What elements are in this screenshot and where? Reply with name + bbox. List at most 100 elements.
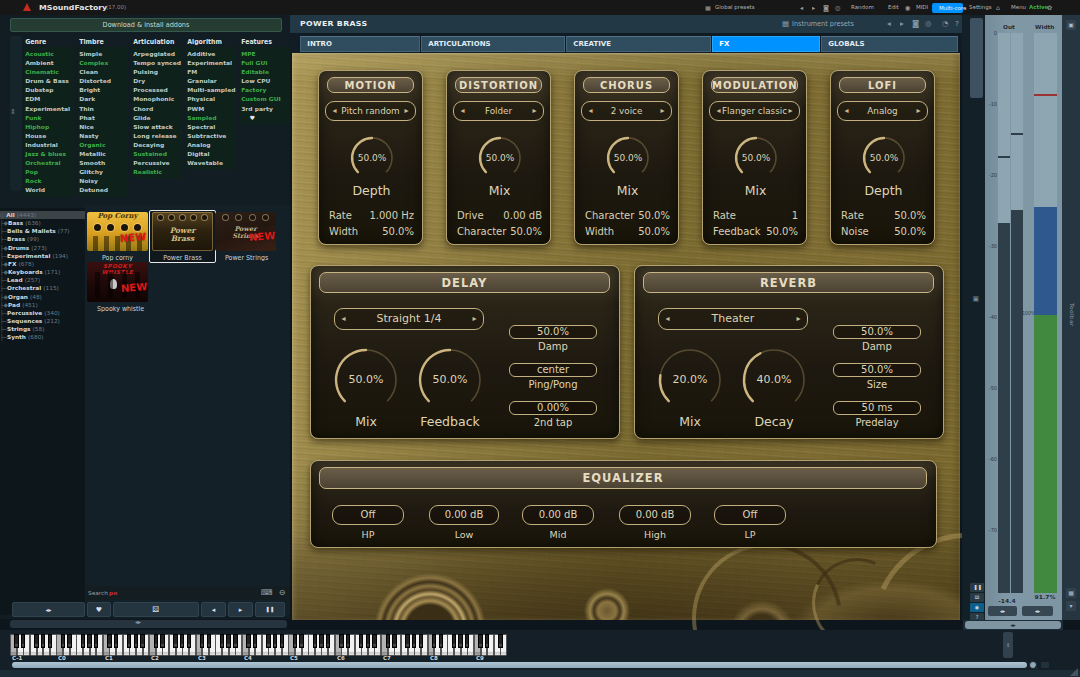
- filter-item[interactable]: Granular: [186, 78, 216, 83]
- tree-item-drums[interactable]: ├◆Drums (273): [0, 244, 85, 252]
- filter-item[interactable]: Pulsing: [132, 69, 162, 74]
- tree-item-bass[interactable]: ├◆Bass (636): [0, 219, 85, 227]
- tree-expand-icon[interactable]: ├◆: [0, 269, 8, 275]
- filter-item[interactable]: Pop: [24, 169, 54, 174]
- piano-black-key[interactable]: [154, 634, 158, 648]
- tree-pager-button[interactable]: ◂▸: [12, 602, 85, 617]
- filter-item[interactable]: Ambient: [24, 60, 54, 65]
- filter-item[interactable]: Full GUI: [240, 60, 270, 65]
- clear-search-icon[interactable]: ⊖: [278, 587, 285, 598]
- piano-black-key[interactable]: [359, 634, 363, 648]
- piano-black-key[interactable]: [498, 634, 502, 648]
- piano-black-key[interactable]: [233, 634, 237, 648]
- filter-item[interactable]: MPE: [240, 51, 270, 56]
- filter-item[interactable]: Multi-sampled: [186, 87, 216, 92]
- vscroll-thumb[interactable]: [970, 18, 983, 98]
- piano-black-key[interactable]: [419, 634, 423, 648]
- filter-item[interactable]: Glitchy: [78, 169, 108, 174]
- filter-item[interactable]: Sampled: [186, 114, 216, 119]
- random-button[interactable]: ⚄: [970, 593, 984, 602]
- piano-black-key[interactable]: [366, 634, 370, 648]
- piano-black-key[interactable]: [266, 634, 270, 648]
- filter-item[interactable]: Tempo synced: [132, 60, 162, 65]
- piano-black-key[interactable]: [21, 634, 25, 648]
- next-preset-icon[interactable]: ▸: [812, 3, 815, 12]
- filter-item[interactable]: Detuned: [78, 187, 108, 192]
- piano-black-key[interactable]: [14, 634, 18, 648]
- browser-hscrollbar[interactable]: ◂▸: [0, 619, 290, 629]
- tree-expand-icon[interactable]: ├◆: [0, 220, 8, 226]
- keyboard-range-bar[interactable]: [12, 662, 1027, 668]
- piano-black-key[interactable]: [81, 634, 85, 648]
- out-meter-options-button[interactable]: ◂▸: [988, 606, 1017, 616]
- melda-logo-icon[interactable]: [23, 3, 31, 11]
- preset-thumbnail-pop[interactable]: Pop CornyNEW: [87, 212, 148, 251]
- filter-item[interactable]: Thin: [78, 105, 108, 110]
- filter-item[interactable]: Chord: [132, 105, 162, 110]
- filter-item[interactable]: Cinematic: [24, 69, 54, 74]
- filter-item[interactable]: Acoustic: [24, 51, 54, 56]
- piano-black-key[interactable]: [173, 634, 177, 648]
- piano-black-key[interactable]: [220, 634, 224, 648]
- compare-icon[interactable]: ◎: [835, 3, 840, 12]
- hscroll-thumb[interactable]: [10, 620, 287, 628]
- piano-black-key[interactable]: [48, 634, 52, 648]
- filter-item[interactable]: PWM: [186, 105, 216, 110]
- multicore-button[interactable]: Multi-core: [932, 3, 963, 13]
- filter-item[interactable]: Analog: [186, 142, 216, 147]
- save-icon[interactable]: ◙: [912, 17, 919, 31]
- active-button[interactable]: Active: [1029, 3, 1048, 11]
- piano-black-key[interactable]: [200, 634, 204, 648]
- filter-item[interactable]: Distorted: [78, 78, 108, 83]
- filter-item[interactable]: Nice: [78, 124, 108, 129]
- filter-item[interactable]: Experimental: [24, 105, 54, 110]
- piano-black-key[interactable]: [386, 634, 390, 648]
- piano-black-key[interactable]: [253, 634, 257, 648]
- tree-item-strings[interactable]: ├─Strings (58): [0, 325, 85, 333]
- filter-item[interactable]: Nasty: [78, 133, 108, 138]
- pause-meters-button[interactable]: ❚❚: [970, 583, 984, 592]
- piano-black-key[interactable]: [326, 634, 330, 648]
- filter-item[interactable]: Arpeggiated: [132, 51, 162, 56]
- filter-item[interactable]: Subtractive: [186, 133, 216, 138]
- filter-item[interactable]: Glide: [132, 114, 162, 119]
- piano-black-key[interactable]: [293, 634, 297, 648]
- filter-item[interactable]: Clean: [78, 69, 108, 74]
- piano-black-key[interactable]: [405, 634, 409, 648]
- filter-item[interactable]: FM: [186, 69, 216, 74]
- tree-expand-icon[interactable]: ├◆: [0, 293, 8, 299]
- preset-thumbnail-strings[interactable]: Power StringsNEW: [215, 212, 276, 251]
- filter-item[interactable]: Wavetable: [186, 160, 216, 165]
- piano-black-key[interactable]: [458, 634, 462, 648]
- filter-item[interactable]: EDM: [24, 96, 54, 101]
- tree-item-percussive[interactable]: ├─Percussive (340): [0, 309, 85, 317]
- tree-item-experimental[interactable]: ├─Experimental (194): [0, 252, 85, 260]
- filter-item[interactable]: Dubstep: [24, 87, 54, 92]
- filter-item[interactable]: Sustained: [132, 151, 162, 156]
- filter-item[interactable]: Physical: [186, 96, 216, 101]
- filter-item[interactable]: Phat: [78, 114, 108, 119]
- filter-item[interactable]: Slow attack: [132, 124, 162, 129]
- filter-item[interactable]: Digital: [186, 151, 216, 156]
- filter-item[interactable]: Long release: [132, 133, 162, 138]
- filter-item[interactable]: Realistic: [132, 169, 162, 174]
- meter-hscrollbar[interactable]: ◂▸: [963, 620, 1063, 630]
- prev-preset-button[interactable]: ◂: [201, 602, 226, 617]
- filter-item[interactable]: Bright: [78, 87, 108, 92]
- filter-item[interactable]: Metallic: [78, 151, 108, 156]
- piano-black-key[interactable]: [107, 634, 111, 648]
- tab-intro[interactable]: INTRO: [300, 36, 420, 52]
- settings-button[interactable]: Settings: [969, 3, 992, 11]
- piano-black-key[interactable]: [319, 634, 323, 648]
- piano-black-key[interactable]: [465, 634, 469, 648]
- info-button[interactable]: ◉: [970, 603, 984, 612]
- piano-black-key[interactable]: [134, 634, 138, 648]
- collapse-icon[interactable]: ▣: [972, 295, 979, 303]
- piano-black-key[interactable]: [280, 634, 284, 648]
- filter-item[interactable]: Organic: [78, 142, 108, 147]
- save-preset-icon[interactable]: ◙: [823, 3, 829, 12]
- filter-item[interactable]: Editable: [240, 69, 270, 74]
- piano-black-key[interactable]: [226, 634, 230, 648]
- next-icon[interactable]: ▸: [900, 17, 904, 31]
- tree-item-all[interactable]: ◇ All (4443): [0, 211, 85, 219]
